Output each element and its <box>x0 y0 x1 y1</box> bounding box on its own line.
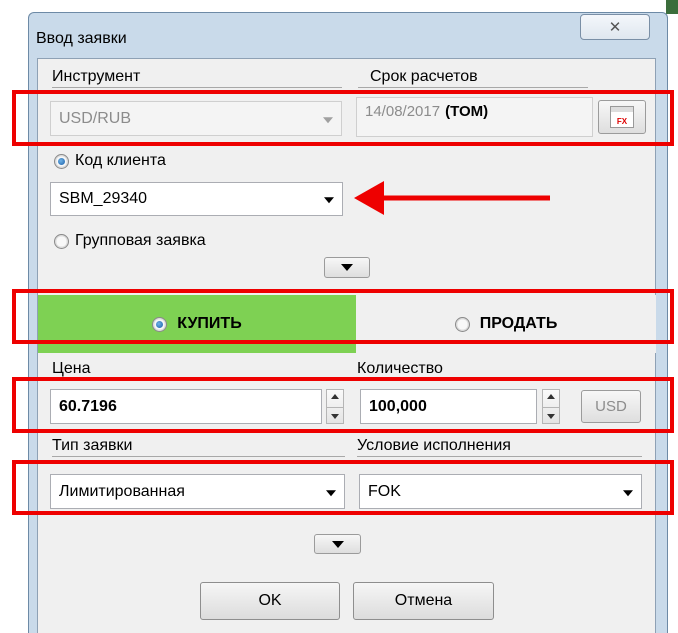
quantity-value: 100,000 <box>369 397 427 415</box>
radio-selected-icon <box>152 316 168 332</box>
instrument-dropdown[interactable]: USD/RUB <box>50 101 342 136</box>
group-order-label: Групповая заявка <box>75 232 206 249</box>
client-code-value: SBM_29340 <box>59 190 148 207</box>
price-label: Цена <box>52 360 345 380</box>
page-left-edge <box>0 0 30 633</box>
ok-label: OK <box>258 592 282 609</box>
calendar-button[interactable]: FX <box>598 100 646 134</box>
condition-dropdown[interactable]: FOK <box>359 474 642 509</box>
price-stepper[interactable] <box>326 389 344 424</box>
window-title: Ввод заявки <box>36 30 127 47</box>
cancel-label: Отмена <box>394 592 453 609</box>
sell-label: ПРОДАТЬ <box>479 315 558 332</box>
cancel-button[interactable]: Отмена <box>353 582 494 620</box>
settlement-date: 14/08/2017 <box>365 103 441 120</box>
background-corner <box>666 0 678 14</box>
order-type-label: Тип заявки <box>52 437 345 457</box>
arrow-up-icon <box>547 394 555 399</box>
quantity-input[interactable]: 100,000 <box>360 389 537 424</box>
ok-button[interactable]: OK <box>200 582 340 620</box>
radio-unselected-icon <box>454 316 470 332</box>
chevron-down-icon <box>324 197 334 204</box>
chevron-down-icon <box>326 489 336 496</box>
quantity-label: Количество <box>357 360 642 380</box>
currency-button[interactable]: USD <box>581 390 641 423</box>
price-input[interactable]: 60.7196 <box>50 389 322 424</box>
close-button[interactable]: ✕ <box>580 14 650 40</box>
arrow-up-icon <box>331 394 339 399</box>
settlement-label: Срок расчетов <box>358 68 588 88</box>
chevron-down-icon <box>341 264 353 271</box>
arrow-down-icon <box>331 414 339 419</box>
order-type-value: Лимитированная <box>59 482 185 500</box>
currency-label: USD <box>595 398 627 415</box>
instrument-value: USD/RUB <box>59 109 132 127</box>
client-code-label: Код клиента <box>75 152 166 169</box>
price-value: 60.7196 <box>59 397 117 415</box>
close-icon: ✕ <box>608 19 622 36</box>
red-arrow-annotation <box>354 181 550 215</box>
client-code-radio[interactable]: Код клиента <box>54 152 166 170</box>
chevron-down-icon <box>623 489 633 496</box>
buy-tab[interactable]: КУПИТЬ <box>38 295 356 353</box>
buy-label: КУПИТЬ <box>177 315 242 332</box>
group-order-radio[interactable]: Групповая заявка <box>54 232 206 250</box>
expand-client-options-button[interactable] <box>324 257 370 278</box>
settlement-date-field: 14/08/2017 (TOM) <box>356 97 593 137</box>
settlement-tenor: (TOM) <box>445 103 489 120</box>
chevron-down-icon <box>323 116 333 123</box>
quantity-stepper[interactable] <box>542 389 560 424</box>
radio-unselected-icon <box>54 233 69 249</box>
more-options-button[interactable] <box>314 534 361 554</box>
condition-label: Условие исполнения <box>357 437 642 457</box>
client-code-dropdown[interactable]: SBM_29340 <box>50 182 343 216</box>
chevron-down-icon <box>331 540 344 548</box>
calendar-fx-icon: FX <box>610 106 634 128</box>
order-type-dropdown[interactable]: Лимитированная <box>50 474 345 509</box>
sell-tab[interactable]: ПРОДАТЬ <box>356 295 656 353</box>
radio-selected-icon <box>54 153 69 169</box>
condition-value: FOK <box>368 482 401 500</box>
arrow-down-icon <box>547 414 555 419</box>
instrument-label: Инструмент <box>52 68 342 88</box>
